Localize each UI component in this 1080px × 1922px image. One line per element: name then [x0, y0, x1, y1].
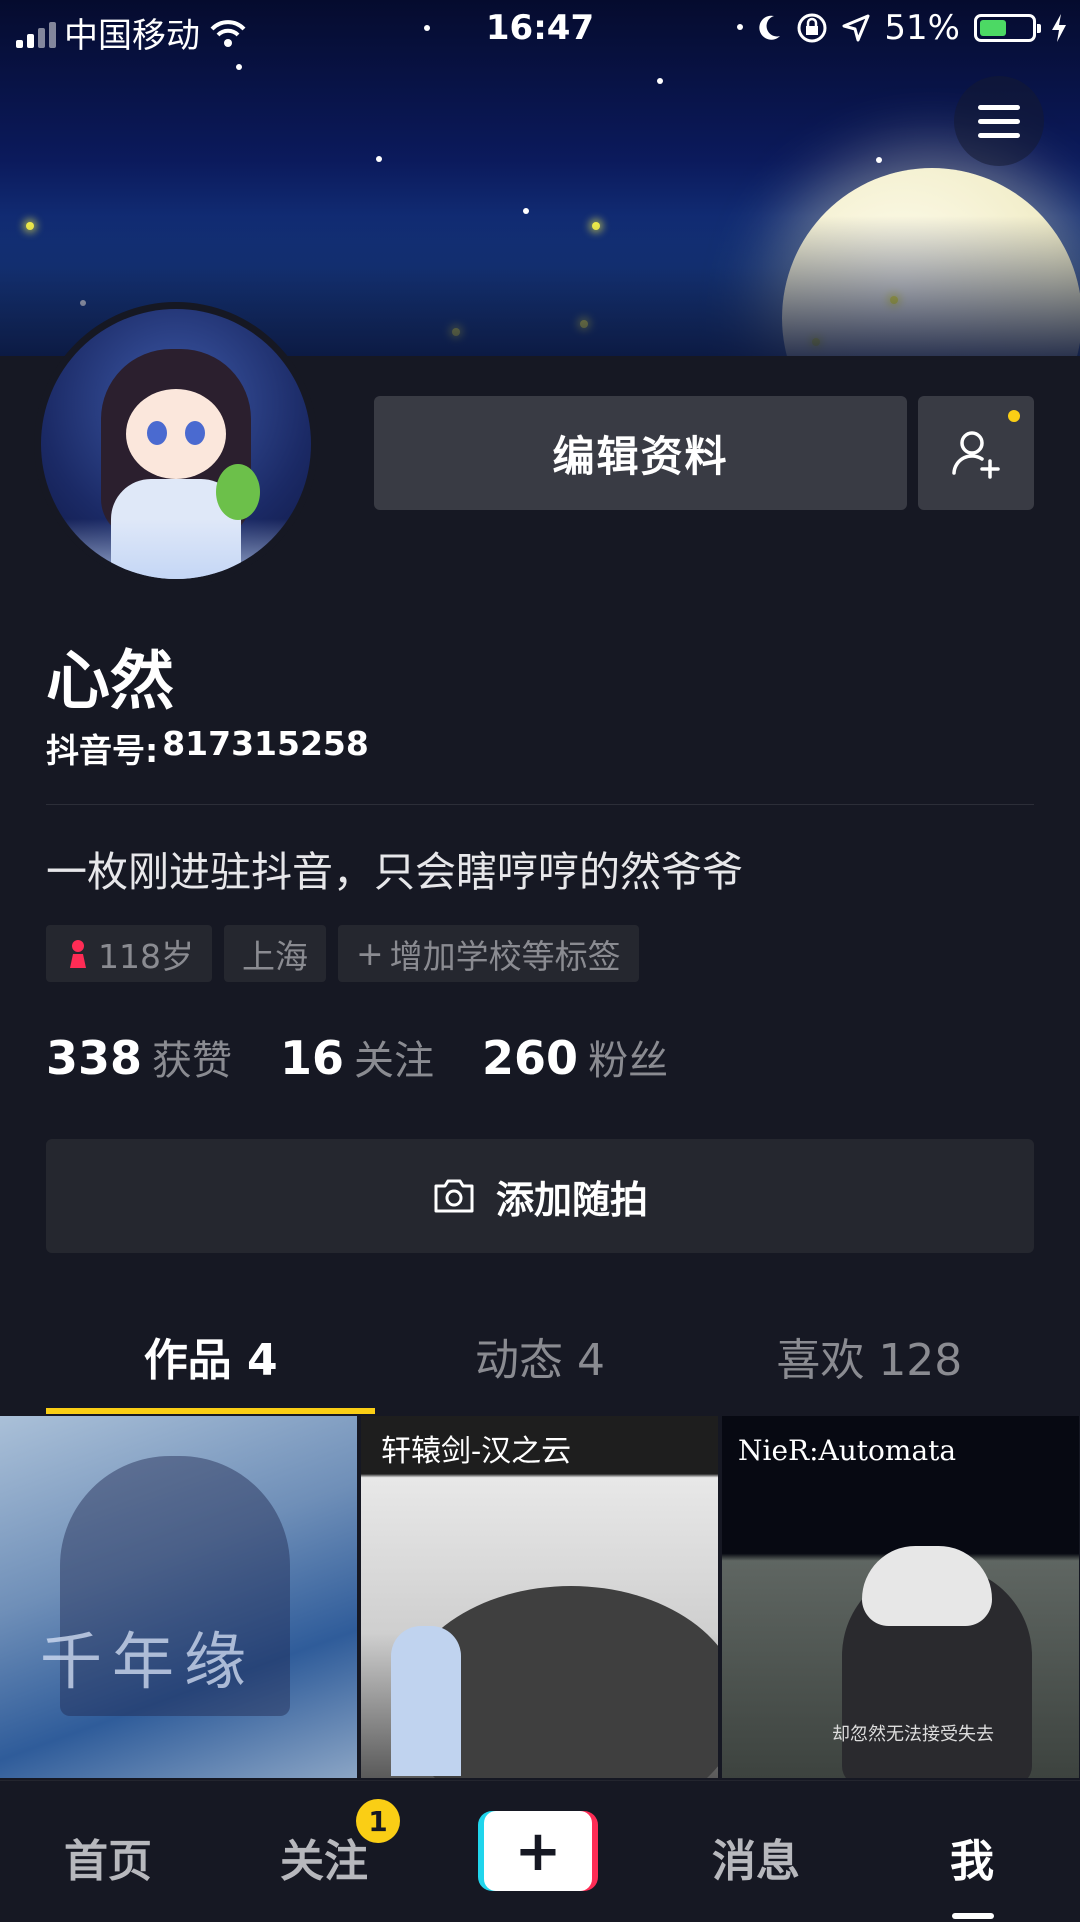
tab-moments[interactable]: 动态 4: [375, 1298, 704, 1414]
hamburger-menu-button[interactable]: [954, 76, 1044, 166]
add-tag-button[interactable]: + 增加学校等标签: [338, 925, 639, 982]
charging-icon: [1052, 14, 1066, 42]
tab-likes[interactable]: 喜欢 128: [705, 1298, 1034, 1414]
figure-silhouette: [391, 1626, 461, 1776]
battery-fill: [980, 20, 1006, 36]
edit-profile-button[interactable]: 编辑资料: [374, 396, 907, 510]
nickname: 心然: [46, 645, 174, 719]
hamburger-menu-icon: [978, 104, 1020, 110]
stat-following[interactable]: 16 关注: [280, 1028, 434, 1086]
bio[interactable]: 一枚刚进驻抖音，只会瞎哼哼的然爷爷: [46, 838, 743, 898]
camera-icon: [434, 1179, 474, 1213]
plus-icon: +: [484, 1811, 592, 1891]
thumbnail-title: 千年缘: [40, 1625, 257, 1698]
nav-messages[interactable]: 消息: [712, 1825, 800, 1889]
add-friend-button[interactable]: [918, 396, 1034, 510]
city-label: 上海: [242, 936, 308, 976]
nav-me[interactable]: 我: [950, 1825, 994, 1889]
video-thumbnail[interactable]: NieR:Automata 却忽然无法接受失去: [722, 1416, 1079, 1778]
bottom-navigation: 首页 关注 1 + 消息 我: [0, 1780, 1080, 1922]
age-tag[interactable]: 118岁: [46, 925, 212, 982]
video-thumbnail[interactable]: 轩辕剑-汉之云: [361, 1416, 718, 1778]
profile-tags: 118岁 上海 + 增加学校等标签: [46, 925, 639, 982]
battery-percent: 51%: [884, 8, 960, 48]
following-count: 16: [280, 1031, 345, 1085]
add-friend-icon: [952, 431, 1000, 479]
tab-works[interactable]: 作品 4: [46, 1298, 376, 1414]
avatar-image: [41, 309, 311, 579]
avatar[interactable]: [34, 302, 318, 586]
female-gender-icon: [70, 939, 86, 968]
content-tabs: 作品 4 动态 4 喜欢 128: [46, 1298, 1034, 1414]
thumbnail-title: NieR:Automata: [738, 1434, 957, 1467]
star: [523, 208, 529, 214]
profile-stats: 338 获赞 16 关注 260 粉丝: [46, 1028, 716, 1086]
add-suipai-button[interactable]: 添加随拍: [46, 1139, 1034, 1253]
home-indicator: [952, 1913, 994, 1919]
followers-count: 260: [482, 1031, 579, 1085]
video-thumbnail[interactable]: 千年缘: [0, 1416, 357, 1778]
likes-label: 获赞: [152, 1038, 233, 1084]
likes-count: 338: [46, 1031, 143, 1085]
star: [376, 156, 382, 162]
star: [236, 64, 242, 70]
followers-label: 粉丝: [588, 1038, 669, 1084]
status-right: 51%: [756, 8, 1068, 48]
city-tag[interactable]: 上海: [224, 925, 326, 982]
rotation-lock-icon: [797, 13, 827, 43]
thumbnail-subtitle: 却忽然无法接受失去: [832, 1724, 994, 1745]
notification-dot: [1008, 410, 1020, 422]
douyin-id[interactable]: 抖音号: 817315258: [46, 724, 369, 772]
thumbnail-title: 轩辕剑-汉之云: [381, 1434, 572, 1469]
battery-icon: [974, 14, 1041, 42]
stat-likes[interactable]: 338 获赞: [46, 1028, 232, 1086]
nav-follow[interactable]: 关注: [280, 1825, 368, 1889]
status-bar: 中国移动 16:47 51%: [0, 0, 1080, 60]
divider: [46, 804, 1034, 805]
add-suipai-label: 添加随拍: [495, 1177, 648, 1222]
hair-shape: [862, 1546, 992, 1626]
plus-icon: +: [356, 934, 384, 973]
following-label: 关注: [354, 1038, 435, 1084]
create-video-button[interactable]: +: [478, 1811, 598, 1891]
star: [876, 157, 882, 163]
video-grid: 千年缘 轩辕剑-汉之云 NieR:Automata 却忽然无法接受失去: [0, 1416, 1080, 1778]
nav-home[interactable]: 首页: [64, 1825, 152, 1889]
moon-icon: [759, 15, 781, 40]
location-arrow-icon: [842, 14, 870, 42]
follow-badge: 1: [356, 1799, 400, 1843]
stat-followers[interactable]: 260 粉丝: [482, 1028, 668, 1086]
douyin-id-label: 抖音号:: [46, 731, 159, 770]
douyin-id-value: 817315258: [162, 724, 369, 763]
age-label: 118岁: [98, 936, 194, 976]
star: [657, 78, 663, 84]
add-tag-label: 增加学校等标签: [389, 936, 621, 976]
